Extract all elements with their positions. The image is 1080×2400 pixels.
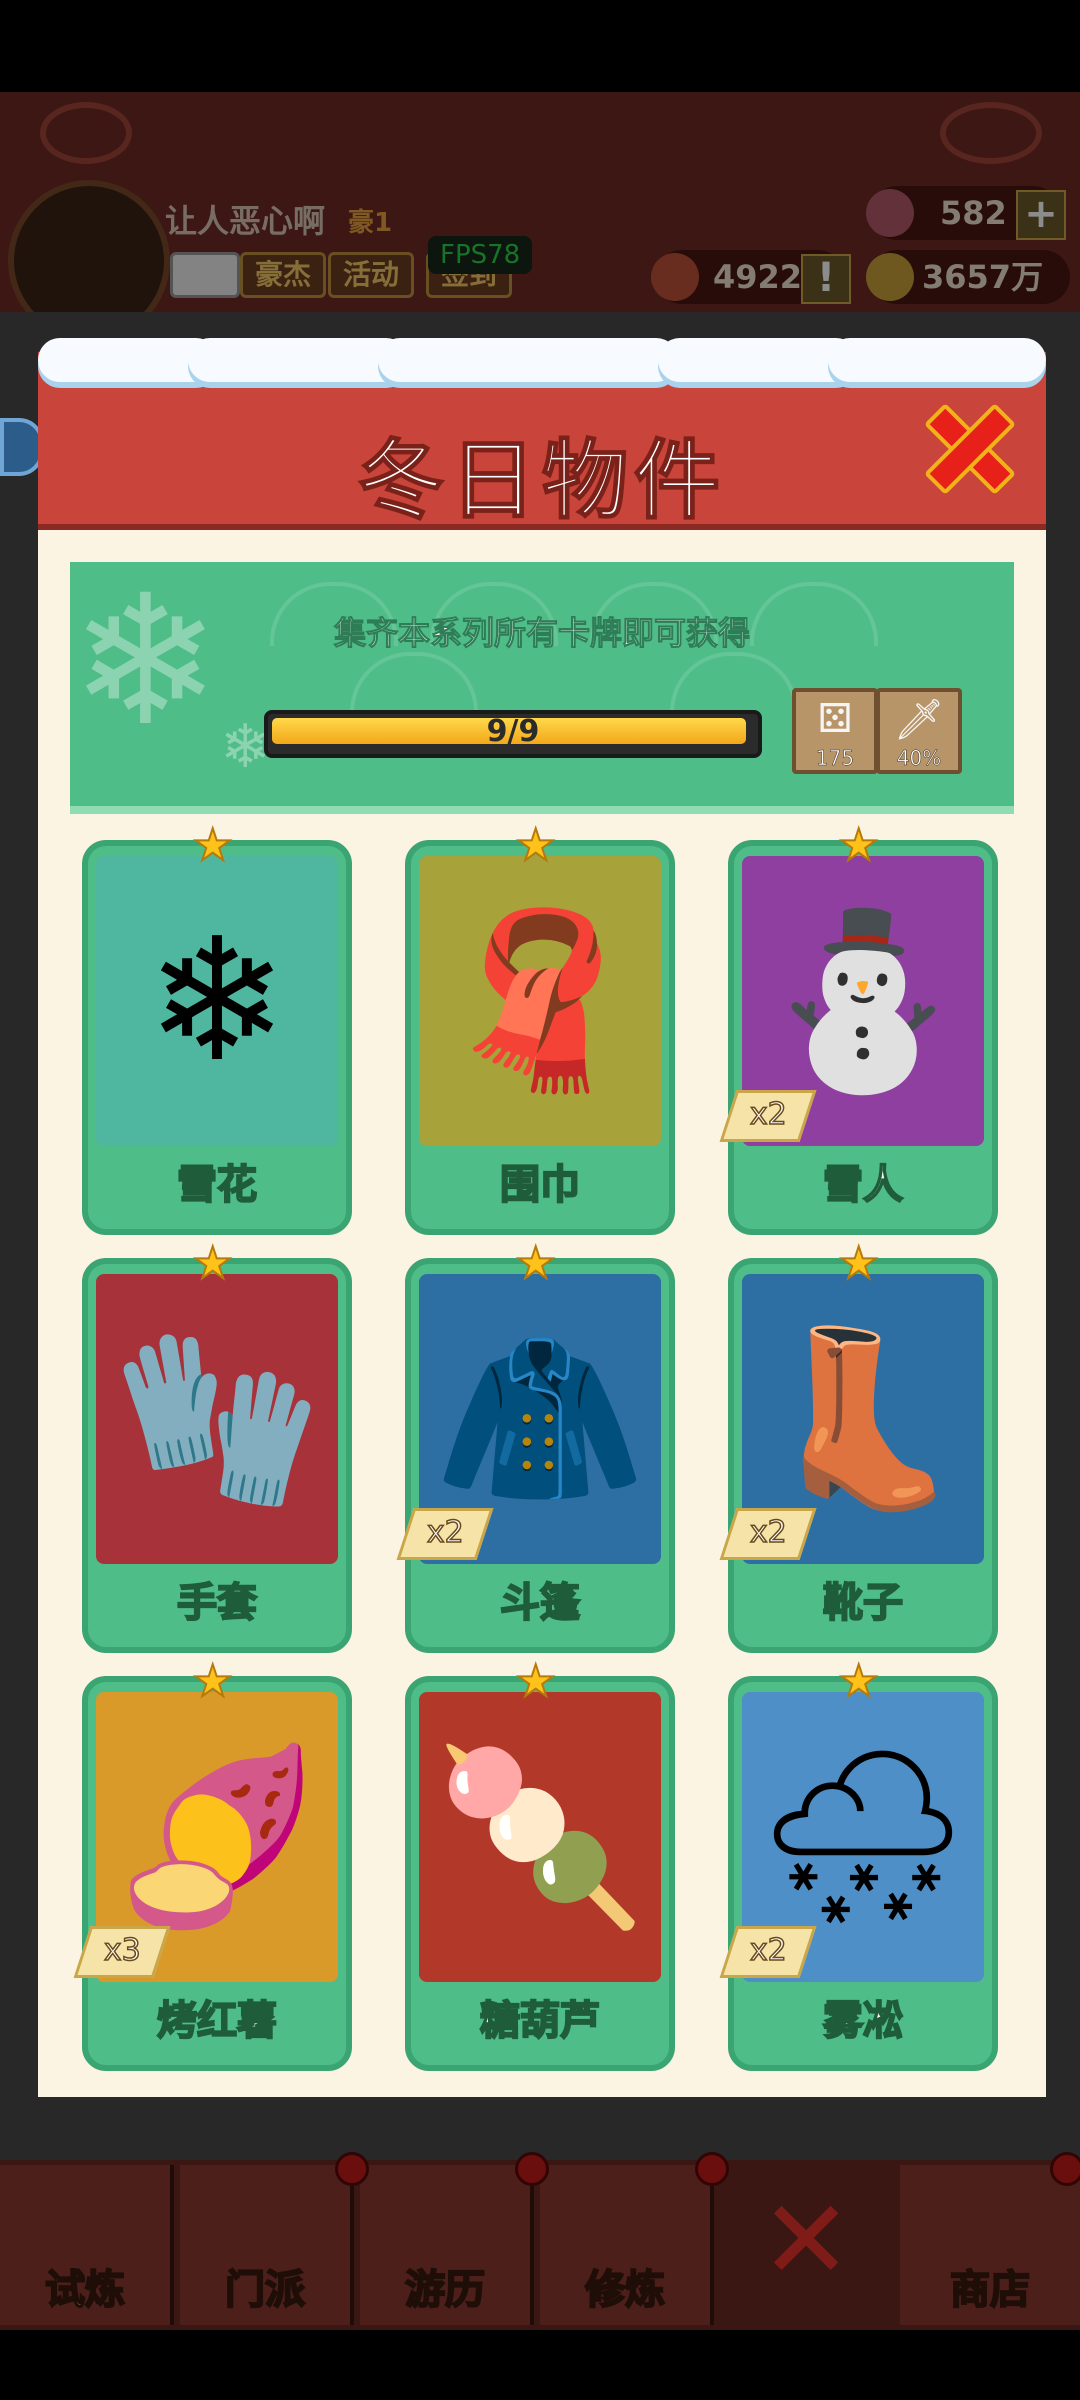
card-count: x2 — [749, 1932, 787, 1969]
reward-dice[interactable]: ⚄ 175 — [792, 688, 878, 774]
collection-card[interactable]: 🧤 ★ 手套 — [82, 1237, 352, 1658]
collection-card[interactable]: ⛄ ★ 雪人 x2 — [719, 819, 998, 1240]
dice-icon: ⚄ — [817, 696, 853, 742]
collection-card[interactable]: 🧥 ★ 斗篷 x2 — [396, 1237, 675, 1658]
reward-value: 175 — [815, 746, 855, 771]
star-icon: ★ — [838, 1655, 879, 1708]
reward-sword[interactable]: 🗡 40% — [876, 688, 962, 774]
card-name: 雪花 — [176, 1161, 258, 1209]
collection-card[interactable]: 🧣 ★ 围巾 — [405, 819, 675, 1240]
collection-card[interactable]: ❄ ★ 雪花 — [82, 819, 352, 1240]
card-count-badge: x3 — [73, 1926, 171, 1978]
star-icon: ★ — [838, 819, 879, 872]
collection-card[interactable]: 👢 ★ 靴子 x2 — [719, 1237, 998, 1658]
card-name: 手套 — [176, 1579, 258, 1627]
reward-value: 40% — [896, 746, 942, 771]
star-icon: ★ — [192, 1237, 233, 1290]
card-art: ❄ — [96, 856, 338, 1146]
collection-card[interactable]: 🍡 ★ 糖葫芦 — [405, 1655, 675, 2076]
card-art: 🧤 — [96, 1274, 338, 1564]
card-count: x2 — [749, 1096, 787, 1133]
card-name: 雪人 — [822, 1161, 904, 1209]
star-icon: ★ — [192, 819, 233, 872]
collection-progress-bar: 9/9 — [264, 710, 762, 758]
card-count: x2 — [749, 1514, 787, 1551]
card-name: 糖葫芦 — [479, 1997, 601, 2045]
collection-card[interactable]: 🍠 ★ 烤红薯 x3 — [73, 1655, 352, 2076]
card-illustration: 🧣 — [434, 902, 646, 1100]
star-icon: ★ — [838, 1237, 879, 1290]
system-nav-bar — [0, 2330, 1080, 2400]
card-count-badge: x2 — [719, 1090, 817, 1142]
card-count: x2 — [426, 1514, 464, 1551]
star-icon: ★ — [192, 1655, 233, 1708]
progress-label: 9/9 — [486, 714, 540, 749]
card-illustration: ❄ — [145, 902, 289, 1100]
status-bar — [0, 0, 1080, 92]
close-button[interactable] — [918, 396, 1016, 495]
card-name: 烤红薯 — [156, 1997, 278, 2045]
card-count: x3 — [103, 1932, 141, 1969]
collection-card[interactable]: 🌨 ★ 雾凇 x2 — [719, 1655, 998, 2076]
banner-description: 集齐本系列所有卡牌即可获得 — [333, 614, 750, 653]
card-illustration: 🍡 — [434, 1738, 646, 1936]
card-art: 🍡 — [419, 1692, 661, 1982]
collection-modal: 冬日物件 ❄ ❄ 集齐本系列所有卡牌即可获得 9/9 ⚄ 175 🗡 40% ❄… — [38, 338, 1046, 2097]
snowflake-icon: ❄ — [220, 712, 271, 782]
star-icon: ★ — [515, 1655, 556, 1708]
snowflake-icon: ❄ — [70, 562, 221, 766]
sword-icon: 🗡 — [893, 697, 945, 743]
star-icon: ★ — [515, 819, 556, 872]
modal-title: 冬日物件 — [357, 430, 726, 532]
card-illustration: 🧤 — [111, 1320, 323, 1518]
card-art: 🧣 — [419, 856, 661, 1146]
card-name: 斗篷 — [499, 1579, 581, 1627]
card-name: 雾凇 — [822, 1997, 904, 2045]
card-count-badge: x2 — [719, 1508, 817, 1560]
card-count-badge: x2 — [719, 1926, 817, 1978]
set-reward-banner: ❄ ❄ 集齐本系列所有卡牌即可获得 9/9 ⚄ 175 🗡 40% — [70, 562, 1014, 814]
card-name: 靴子 — [822, 1579, 904, 1627]
modal-header: 冬日物件 — [38, 338, 1046, 532]
card-count-badge: x2 — [396, 1508, 494, 1560]
card-name: 围巾 — [499, 1161, 581, 1209]
star-icon: ★ — [515, 1237, 556, 1290]
